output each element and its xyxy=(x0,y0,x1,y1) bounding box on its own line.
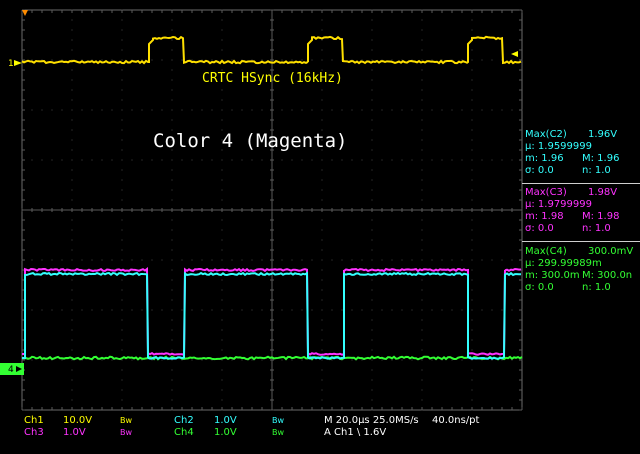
measurement-title: Max(C2) xyxy=(525,129,567,141)
measurement-stat: n: 1.0 xyxy=(582,223,611,235)
svg-text:4: 4 xyxy=(8,365,14,375)
ch4-scale[interactable]: 1.0V xyxy=(214,427,237,439)
horizontal-scale[interactable]: M 20.0µs 25.0MS/s xyxy=(324,415,419,427)
measurement-stat: M: 300.0n xyxy=(582,270,632,282)
measurement-stat: σ: 0.0 xyxy=(525,282,554,294)
measurement-block-2[interactable]: Max(C2) 1.96V µ: 1.9599999 m: 1.96 M: 1.96 σ:… xyxy=(522,129,640,177)
ch1-bandwidth: Bw xyxy=(120,415,132,427)
measurement-stat: µ: 1.9799999 xyxy=(525,199,592,211)
ch4-marker[interactable]: 4 xyxy=(0,363,24,375)
trace-label: CRTC HSync (16kHz) xyxy=(202,71,343,86)
ch2-scale[interactable]: 1.0V xyxy=(214,415,237,427)
ch3-bandwidth: Bw xyxy=(120,427,132,439)
measurement-value: 1.98V xyxy=(588,187,617,199)
sample-interval: 40.0ns/pt xyxy=(432,415,479,427)
measurement-stat: σ: 0.0 xyxy=(525,165,554,177)
measurement-block-3[interactable]: Max(C3) 1.98V µ: 1.9799999 m: 1.98 M: 1.98 σ:… xyxy=(522,187,640,235)
measurement-block-4[interactable]: Max(C4) 300.0mV µ: 299.99989m m: 300.0m M: 3… xyxy=(522,246,640,294)
measurement-stat: n: 1.0 xyxy=(582,165,611,177)
ch3-scale[interactable]: 1.0V xyxy=(63,427,86,439)
trigger-settings[interactable]: A Ch1 \ 1.6V xyxy=(324,427,386,439)
measurement-value: 300.0mV xyxy=(588,246,633,258)
measurement-stat: n: 1.0 xyxy=(582,282,611,294)
measurement-stat: m: 300.0m xyxy=(525,270,580,282)
color-label: Color 4 (Magenta) xyxy=(153,130,347,152)
measurement-stat: σ: 0.0 xyxy=(525,223,554,235)
measurement-stat: M: 1.98 xyxy=(582,211,619,223)
ch4-bandwidth: Bw xyxy=(272,427,284,439)
ch1-name[interactable]: Ch1 xyxy=(24,415,44,427)
oscilloscope-screen: 1 4 CRTC HSync (16kHz) Color 4 (Magenta)… xyxy=(0,0,640,450)
ch2-name[interactable]: Ch2 xyxy=(174,415,194,427)
measurement-title: Max(C3) xyxy=(525,187,567,199)
svg-text:1: 1 xyxy=(8,59,14,69)
measurement-divider xyxy=(522,183,640,184)
ch3-name[interactable]: Ch3 xyxy=(24,427,44,439)
measurement-title: Max(C4) xyxy=(525,246,567,258)
measurement-stat: M: 1.96 xyxy=(582,153,619,165)
measurement-stat: µ: 299.99989m xyxy=(525,258,602,270)
measurement-stat: m: 1.98 xyxy=(525,211,564,223)
ch2-bandwidth: Bw xyxy=(272,415,284,427)
measurement-stat: m: 1.96 xyxy=(525,153,564,165)
ch1-scale[interactable]: 10.0V xyxy=(63,415,92,427)
measurement-value: 1.96V xyxy=(588,129,617,141)
ch4-name[interactable]: Ch4 xyxy=(174,427,194,439)
measurement-stat: µ: 1.9599999 xyxy=(525,141,592,153)
measurement-divider xyxy=(522,241,640,242)
status-bar: Ch1 10.0V Bw Ch2 1.0V Bw M 20.0µs 25.0MS… xyxy=(0,412,640,450)
